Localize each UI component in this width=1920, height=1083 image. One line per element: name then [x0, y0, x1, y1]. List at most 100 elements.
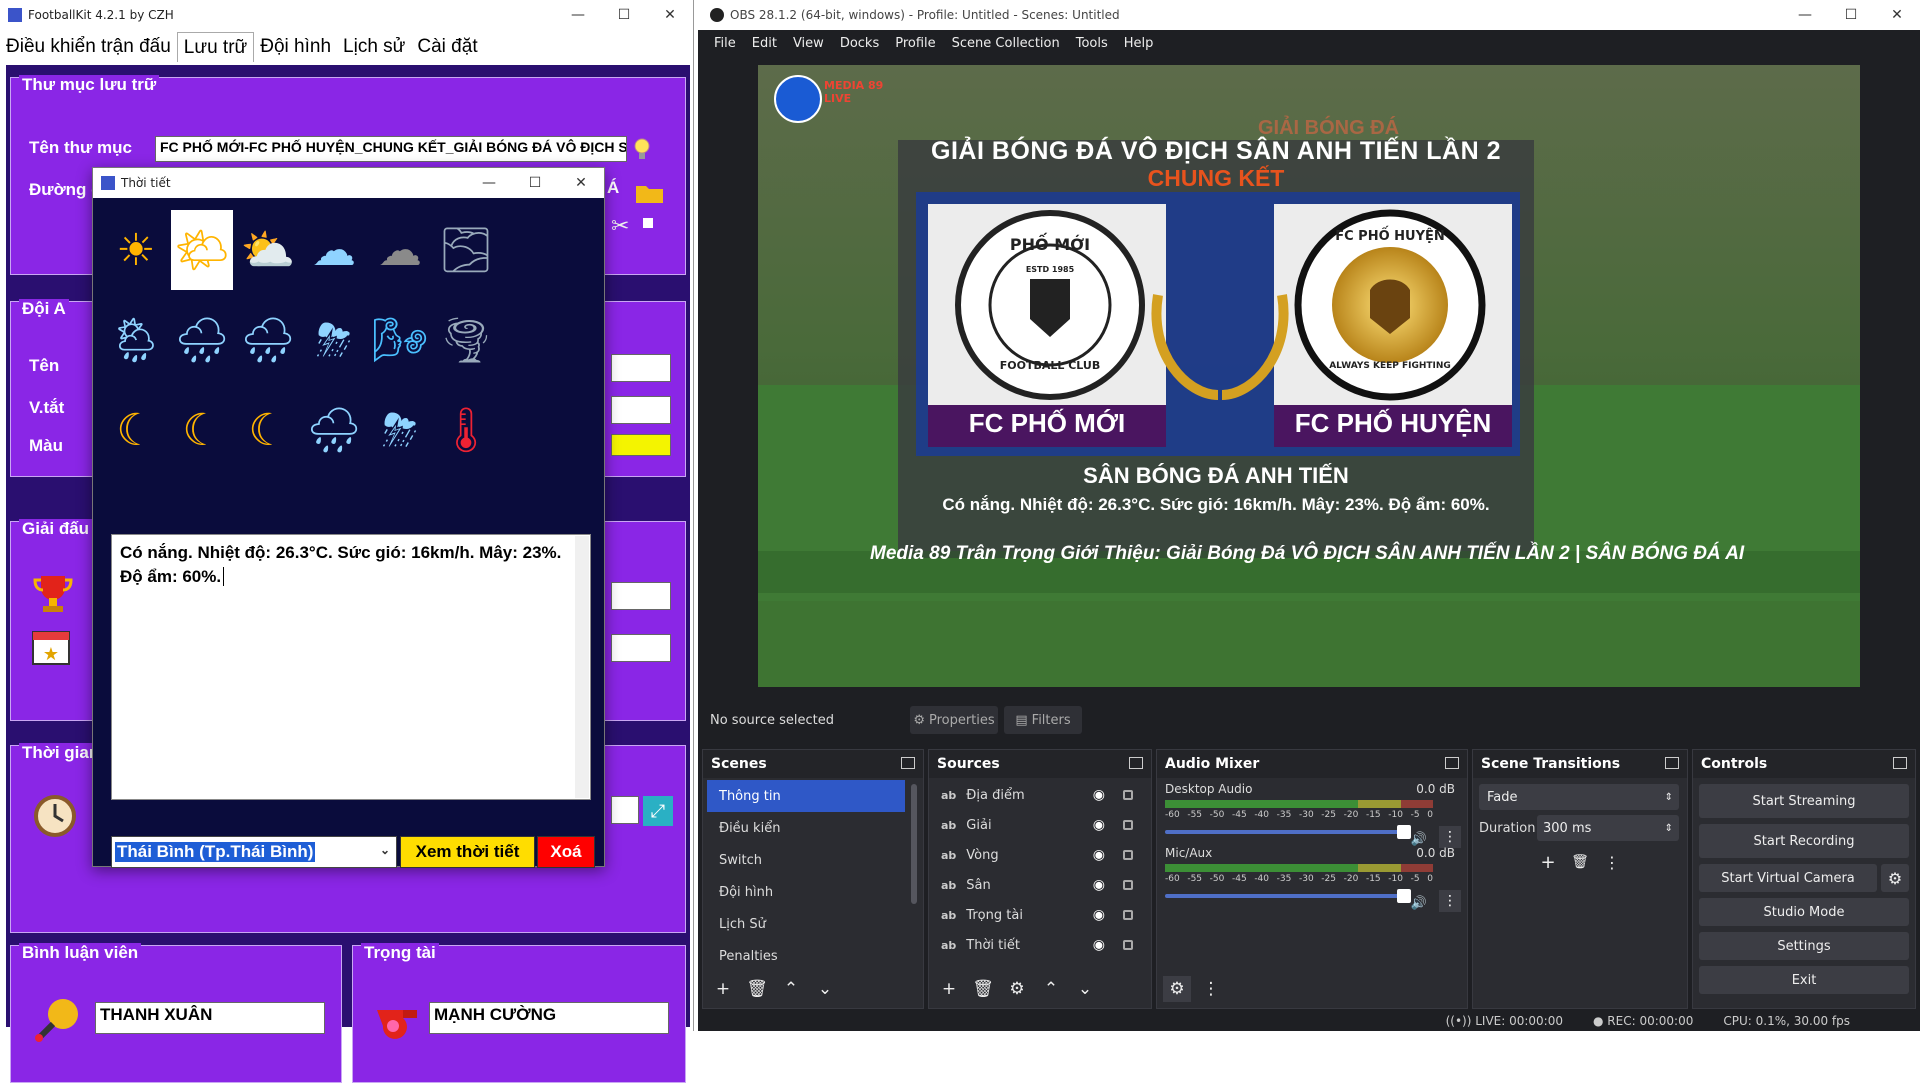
eye-icon[interactable]: ◉ — [1093, 937, 1105, 953]
source-item[interactable]: ab Trọng tài ◉ — [929, 900, 1151, 930]
thermometer-icon[interactable]: 🌡 — [435, 390, 497, 470]
source-item[interactable]: ab Giải ◉ — [929, 810, 1151, 840]
sun-rain-icon[interactable]: 🌦 — [105, 300, 167, 380]
rain-cloud-icon[interactable]: 🌧 — [171, 300, 233, 380]
team-color-swatch[interactable] — [611, 434, 671, 456]
eye-icon[interactable]: ◉ — [1093, 877, 1105, 893]
menu-edit[interactable]: Edit — [744, 36, 785, 51]
tournament-round-input[interactable] — [611, 634, 671, 662]
close-icon[interactable]: ✕ — [558, 168, 604, 198]
maximize-icon[interactable]: ☐ — [512, 168, 558, 198]
eye-icon[interactable]: ◉ — [1093, 907, 1105, 923]
duration-input[interactable]: 300 ms ⇕ — [1537, 815, 1679, 841]
more-options-icon[interactable]: ⋮ — [1439, 826, 1461, 848]
chevron-down-icon[interactable]: ⌄ — [380, 843, 390, 857]
scene-item[interactable]: Đội hình — [707, 876, 905, 908]
team-name-input[interactable] — [611, 354, 671, 382]
tab-lineup[interactable]: Đội hình — [254, 32, 337, 62]
start-streaming-button[interactable]: Start Streaming — [1699, 784, 1909, 818]
commentator-input[interactable]: THANH XUÂN — [95, 1002, 325, 1034]
more-options-icon[interactable]: ⋮ — [1439, 890, 1461, 912]
tab-history[interactable]: Lịch sử — [337, 32, 411, 62]
moon-wind-icon[interactable]: ☾ — [171, 390, 233, 470]
spinner-icon[interactable]: ⇕ — [1665, 823, 1673, 834]
lock-icon[interactable] — [1123, 820, 1133, 830]
advanced-audio-icon[interactable]: ⚙ — [1163, 976, 1191, 1002]
add-source-icon[interactable]: + — [935, 976, 963, 1002]
tab-storage[interactable]: Lưu trữ — [176, 32, 255, 62]
slider-knob[interactable] — [1397, 889, 1411, 903]
thunderstorm-icon[interactable]: ⛈ — [303, 300, 365, 380]
team-abbr-input[interactable] — [611, 396, 671, 424]
eye-icon[interactable]: ◉ — [1093, 847, 1105, 863]
folder-name-input[interactable]: FC PHỐ MỚI-FC PHỐ HUYỆN_CHUNG KẾT_GIẢI B… — [155, 136, 627, 162]
folder-open-icon[interactable] — [635, 182, 665, 204]
fog-icon[interactable]: 🌫 — [435, 210, 497, 290]
undock-icon[interactable] — [1445, 757, 1459, 769]
menu-file[interactable]: File — [706, 36, 744, 51]
text-scrollbar[interactable] — [575, 536, 589, 798]
move-down-icon[interactable]: ⌄ — [1071, 976, 1099, 1002]
menu-view[interactable]: View — [785, 36, 832, 51]
settings-button[interactable]: Settings — [1699, 932, 1909, 960]
exit-button[interactable]: Exit — [1699, 966, 1909, 994]
lock-icon[interactable] — [1123, 790, 1133, 800]
remove-transition-icon[interactable]: 🗑 — [1567, 850, 1593, 874]
transition-select[interactable]: Fade ⇕ — [1479, 784, 1679, 810]
scene-item[interactable]: Lịch Sử — [707, 908, 905, 940]
tab-match-control[interactable]: Điều khiển trận đấu — [0, 32, 177, 62]
source-item[interactable]: ab Sân ◉ — [929, 870, 1151, 900]
scissors-icon[interactable]: ✂ — [611, 214, 629, 239]
small-checkbox[interactable] — [643, 218, 653, 228]
time-input[interactable] — [611, 796, 639, 824]
referee-input[interactable]: MẠNH CƯỜNG — [429, 1002, 669, 1034]
slider-knob[interactable] — [1397, 825, 1411, 839]
scene-item[interactable]: Penalties — [707, 940, 905, 972]
cloud-icon[interactable]: ☁ — [303, 210, 365, 290]
lightbulb-icon[interactable] — [631, 136, 653, 162]
transition-menu-icon[interactable]: ⋮ — [1599, 850, 1625, 874]
source-item[interactable]: ab Thời tiết ◉ — [929, 930, 1151, 960]
close-icon[interactable]: ✕ — [647, 0, 693, 30]
minimize-icon[interactable]: — — [1782, 0, 1828, 30]
remove-source-icon[interactable]: 🗑 — [969, 976, 997, 1002]
view-weather-button[interactable]: Xem thời tiết — [400, 836, 535, 868]
tornado-icon[interactable]: 🌪 — [435, 300, 497, 380]
lock-icon[interactable] — [1123, 880, 1133, 890]
scene-item[interactable]: Điều kiển — [707, 812, 905, 844]
heavy-rain-icon[interactable]: 🌧 — [237, 300, 299, 380]
source-item[interactable]: ab Vòng ◉ — [929, 840, 1151, 870]
start-recording-button[interactable]: Start Recording — [1699, 824, 1909, 858]
move-up-icon[interactable]: ⌃ — [777, 976, 805, 1002]
moon-cloud-icon[interactable]: ☾ — [237, 390, 299, 470]
speaker-icon[interactable]: 🔊 — [1411, 832, 1427, 847]
tournament-name-input[interactable] — [611, 582, 671, 610]
volume-slider[interactable] — [1165, 889, 1411, 903]
undock-icon[interactable] — [901, 757, 915, 769]
move-up-icon[interactable]: ⌃ — [1037, 976, 1065, 1002]
studio-mode-button[interactable]: Studio Mode — [1699, 898, 1909, 926]
eye-icon[interactable]: ◉ — [1093, 787, 1105, 803]
gear-icon[interactable]: ⚙ — [1881, 864, 1909, 892]
eye-icon[interactable]: ◉ — [1093, 817, 1105, 833]
maximize-icon[interactable]: ☐ — [601, 0, 647, 30]
remove-scene-icon[interactable]: 🗑 — [743, 976, 771, 1002]
close-icon[interactable]: ✕ — [1874, 0, 1920, 30]
tab-settings[interactable]: Cài đặt — [411, 32, 483, 62]
properties-button[interactable]: ⚙ Properties — [910, 706, 998, 734]
filters-button[interactable]: ▤ Filters — [1004, 706, 1082, 734]
minimize-icon[interactable]: — — [555, 0, 601, 30]
partly-cloudy-icon[interactable]: ⛅ — [237, 210, 299, 290]
sun-cloud-icon[interactable]: 🌤 — [171, 210, 233, 290]
sun-icon[interactable]: ☀ — [105, 210, 167, 290]
lock-icon[interactable] — [1123, 910, 1133, 920]
move-down-icon[interactable]: ⌄ — [811, 976, 839, 1002]
menu-tools[interactable]: Tools — [1068, 36, 1116, 51]
start-virtual-camera-button[interactable]: Start Virtual Camera — [1699, 864, 1877, 892]
lock-icon[interactable] — [1123, 850, 1133, 860]
menu-scene-collection[interactable]: Scene Collection — [944, 36, 1068, 51]
moon-icon[interactable]: ☾ — [105, 390, 167, 470]
scene-item[interactable]: Switch — [707, 844, 905, 876]
undock-icon[interactable] — [1129, 757, 1143, 769]
scenes-scrollbar[interactable] — [911, 784, 917, 904]
